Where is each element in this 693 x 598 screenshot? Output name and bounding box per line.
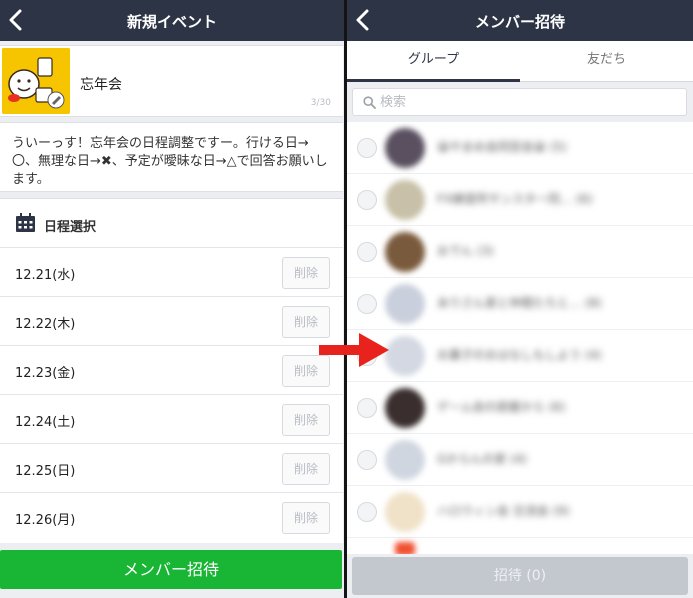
date-row: 12.24(土) 削除	[0, 395, 343, 444]
select-radio[interactable]	[357, 242, 377, 262]
navbar: メンバー招待	[347, 0, 693, 41]
avatar	[385, 128, 425, 168]
group-name: FX練習所サンスター同… (6)	[437, 192, 593, 206]
date-row: 12.21(水) 削除	[0, 248, 343, 297]
title-char-counter: 3/30	[310, 98, 331, 108]
tab-bar: グループ 友だち	[347, 41, 693, 82]
schedule-header: 日程選択	[0, 199, 343, 248]
list-item[interactable]: お菓子のおはなしもしよう (4)	[347, 330, 693, 382]
select-radio[interactable]	[357, 138, 377, 158]
search-box[interactable]	[352, 88, 687, 116]
date-row: 12.23(金) 削除	[0, 346, 343, 395]
date-row: 12.22(木) 削除	[0, 297, 343, 346]
list-item[interactable]: ありさん家と仲間たちと… (8)	[347, 278, 693, 330]
list-item[interactable]: ゲーム会の部屋から (6)	[347, 382, 693, 434]
select-radio[interactable]	[357, 190, 377, 210]
arrow-right-icon	[319, 333, 389, 367]
group-list: 😀やまめ会同窓会😀 (5) FX練習所サンスター同… (6) おでん (3) あ…	[347, 122, 693, 554]
search-icon	[363, 96, 376, 109]
new-event-screen: 新規イベント 忘年会 3/30 ういーっす！忘年会の日程調整ですー。行ける日→〇…	[0, 0, 344, 598]
date-label: 12.26(月)	[15, 513, 76, 528]
delete-date-button[interactable]: 削除	[282, 257, 330, 289]
group-name: ゲーム会の部屋から (6)	[437, 400, 566, 414]
list-item[interactable]: 😀やまめ会同窓会😀 (5)	[347, 122, 693, 174]
sticker-character-icon	[2, 48, 70, 114]
page-title: 新規イベント	[126, 13, 217, 31]
select-radio[interactable]	[357, 450, 377, 470]
avatar	[385, 284, 425, 324]
date-label: 12.22(木)	[15, 317, 76, 332]
tab-groups[interactable]: グループ	[347, 41, 520, 82]
select-radio[interactable]	[357, 398, 377, 418]
tab-friends[interactable]: 友だち	[520, 41, 693, 82]
list-item[interactable]: FX練習所サンスター同… (6)	[347, 174, 693, 226]
date-label: 12.24(土)	[15, 415, 76, 430]
date-row: 12.26(月) 削除	[0, 493, 343, 542]
delete-date-button[interactable]: 削除	[282, 502, 330, 534]
invite-members-button[interactable]: メンバー招待	[0, 550, 342, 589]
group-name: 😀やまめ会同窓会😀 (5)	[437, 140, 567, 154]
date-row: 12.25(日) 削除	[0, 444, 343, 493]
avatar	[385, 180, 425, 220]
schedule-section: 日程選択 12.21(水) 削除 12.22(木) 削除 12.23(金) 削除…	[0, 198, 343, 543]
date-label: 12.21(水)	[15, 268, 76, 283]
avatar	[385, 492, 425, 532]
invite-footer: 招待 (0)	[347, 554, 693, 598]
date-label: 12.25(日)	[15, 464, 76, 479]
member-invite-screen: メンバー招待 グループ 友だち 😀やまめ会同窓会😀 (5) FX練習所サンスター…	[347, 0, 693, 598]
group-name: ハロウィン会 交流会 (9)	[437, 504, 570, 518]
select-radio[interactable]	[357, 502, 377, 522]
search-bar	[347, 82, 693, 122]
group-name: おでん (3)	[437, 244, 494, 258]
list-item[interactable]: おでん (3)	[347, 226, 693, 278]
avatar	[385, 336, 425, 376]
group-name: Gからんの家 (4)	[437, 452, 528, 466]
invite-button[interactable]: 招待 (0)	[352, 557, 688, 595]
select-radio[interactable]	[357, 294, 377, 314]
event-title: 忘年会	[80, 77, 122, 93]
group-name: お菓子のおはなしもしよう (4)	[437, 348, 602, 362]
avatar-partial	[395, 542, 415, 554]
date-label: 12.23(金)	[15, 366, 76, 381]
delete-date-button[interactable]: 削除	[282, 404, 330, 436]
schedule-title: 日程選択	[44, 220, 97, 235]
search-input[interactable]	[380, 92, 670, 112]
avatar	[385, 388, 425, 428]
event-name-card[interactable]: 忘年会 3/30	[0, 45, 343, 117]
avatar	[385, 232, 425, 272]
group-name: ありさん家と仲間たちと… (8)	[437, 296, 602, 310]
event-description[interactable]: ういーっす！忘年会の日程調整ですー。行ける日→〇、無理な日→✖、予定が曖昧な日→…	[0, 122, 343, 192]
delete-date-button[interactable]: 削除	[282, 453, 330, 485]
avatar	[385, 440, 425, 480]
list-item[interactable]: Gからんの家 (4)	[347, 434, 693, 486]
event-sticker-image[interactable]	[2, 48, 70, 114]
calendar-icon	[16, 213, 35, 232]
navbar: 新規イベント	[0, 0, 344, 41]
page-title: メンバー招待	[474, 13, 565, 31]
list-item[interactable]: ハロウィン会 交流会 (9)	[347, 486, 693, 538]
